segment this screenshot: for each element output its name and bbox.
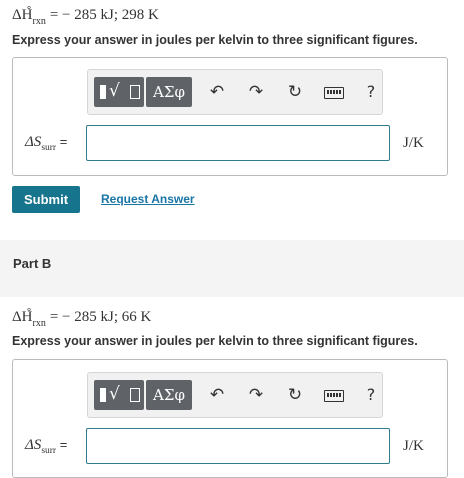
template-block-icon (100, 85, 106, 99)
help-icon[interactable]: ? (360, 383, 382, 407)
radical-icon: √ (109, 81, 120, 101)
submit-button[interactable]: Submit (12, 186, 80, 213)
template-block-icon (100, 388, 106, 402)
given-subscript: rxn (32, 16, 46, 27)
answer-input-b[interactable] (86, 428, 390, 464)
part-b-header (0, 240, 464, 297)
template-box-icon (130, 388, 140, 402)
unit-label-b: J/K (403, 438, 424, 454)
given-value: = − 285 kJ; 298 K (46, 7, 159, 23)
help-icon[interactable]: ? (360, 80, 382, 104)
given-superscript: ∘ (25, 3, 33, 14)
given-superscript: ∘ (25, 305, 33, 316)
given-enthalpy-a: ΔHrxn∘ = − 285 kJ; 298 K (12, 3, 159, 27)
given-subscript: rxn (32, 318, 46, 329)
answer-symbol: ΔS (25, 134, 42, 150)
given-value: = − 285 kJ; 66 K (46, 309, 152, 325)
template-box-icon (130, 85, 140, 99)
answer-panel-b: √ ΑΣφ ↶ ↷ ↻ ? ΔSsurr = J/K (12, 359, 448, 478)
answer-equals: = (56, 437, 68, 452)
instruction-a: Express your answer in joules per kelvin… (12, 33, 418, 47)
keyboard-icon[interactable] (324, 87, 344, 99)
unit-label-a: J/K (403, 135, 424, 151)
greek-symbols-button[interactable]: ΑΣφ (146, 380, 192, 410)
answer-label-a: ΔSsurr = (25, 134, 67, 153)
reset-icon[interactable]: ↻ (284, 80, 306, 104)
answer-panel-a: √ ΑΣφ ↶ ↷ ↻ ? ΔSsurr = J/K (12, 57, 448, 176)
templates-button[interactable]: √ (94, 77, 144, 107)
answer-equals: = (56, 134, 68, 149)
instruction-b: Express your answer in joules per kelvin… (12, 334, 418, 348)
request-answer-link[interactable]: Request Answer (101, 192, 195, 206)
keyboard-icon[interactable] (324, 390, 344, 402)
answer-subscript: surr (41, 446, 57, 456)
answer-label-b: ΔSsurr = (25, 437, 67, 456)
undo-icon[interactable]: ↶ (206, 383, 228, 407)
redo-icon[interactable]: ↷ (245, 80, 267, 104)
given-enthalpy-b: ΔHrxn∘ = − 285 kJ; 66 K (12, 305, 152, 329)
part-b-title[interactable]: Part B (13, 256, 51, 271)
reset-icon[interactable]: ↻ (284, 383, 306, 407)
math-toolbar-a: √ ΑΣφ ↶ ↷ ↻ ? (87, 69, 383, 115)
answer-input-a[interactable] (86, 125, 390, 161)
answer-subscript: surr (41, 143, 57, 153)
answer-symbol: ΔS (25, 437, 42, 453)
templates-button[interactable]: √ (94, 380, 144, 410)
redo-icon[interactable]: ↷ (245, 383, 267, 407)
math-toolbar-b: √ ΑΣφ ↶ ↷ ↻ ? (87, 372, 383, 418)
greek-symbols-button[interactable]: ΑΣφ (146, 77, 192, 107)
radical-icon: √ (109, 384, 120, 404)
undo-icon[interactable]: ↶ (206, 80, 228, 104)
